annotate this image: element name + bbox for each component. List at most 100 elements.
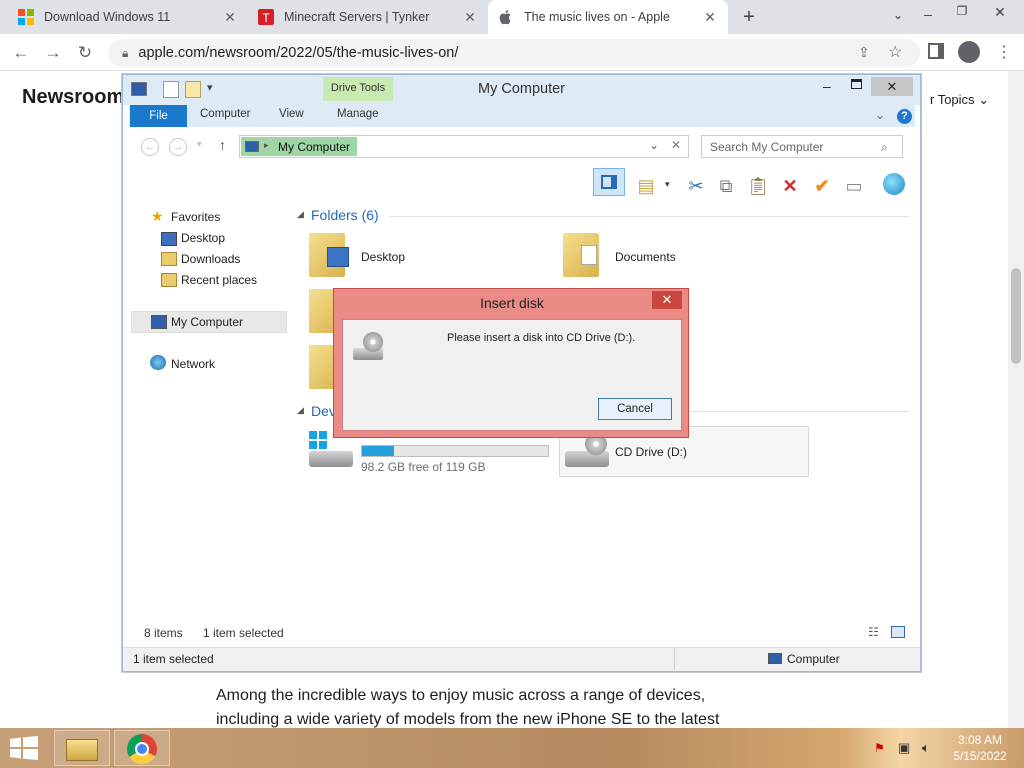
tab-minecraft-servers[interactable]: T Minecraft Servers | Tynker ✕ — [248, 0, 488, 34]
maximize-icon[interactable] — [851, 79, 862, 89]
tab-music-lives-on[interactable]: The music lives on - Apple ✕ — [488, 0, 728, 34]
collapse-arrow-icon[interactable]: ◢ — [297, 209, 304, 220]
rename-icon[interactable]: ▭ — [841, 173, 867, 199]
newsroom-heading[interactable]: Newsroom — [22, 86, 124, 109]
copy-icon[interactable]: ⧉ — [713, 173, 739, 199]
tab-title: The music lives on - Apple — [524, 10, 670, 24]
nav-downloads[interactable]: Downloads — [181, 252, 240, 266]
nav-network[interactable]: Network — [171, 357, 215, 371]
back-arrow-icon[interactable]: ← — [141, 138, 159, 156]
cancel-button[interactable]: Cancel — [598, 398, 672, 420]
cut-icon[interactable]: ✂ — [683, 173, 709, 199]
taskbar-chrome[interactable] — [114, 730, 170, 766]
tab-title: Download Windows 11 — [44, 10, 171, 24]
menu-dots-icon[interactable]: ⋮ — [996, 42, 1012, 62]
nav-favorites[interactable]: Favorites — [171, 210, 220, 224]
address-bar[interactable]: 🔒︎ apple.com/newsroom/2022/05/the-music-… — [108, 39, 920, 67]
network-icon — [150, 355, 166, 370]
hard-drive-icon[interactable] — [309, 451, 353, 467]
view-dropdown-icon[interactable]: ▾ — [665, 179, 670, 190]
dialog-close-icon[interactable]: ✕ — [652, 291, 682, 309]
nav-desktop[interactable]: Desktop — [181, 231, 225, 245]
clear-address-icon[interactable]: ✕ — [671, 138, 681, 152]
search-input[interactable]: Search My Computer — [701, 135, 903, 158]
selection-count: 1 item selected — [203, 626, 284, 640]
folder-name[interactable]: Documents — [615, 250, 676, 264]
tab-computer[interactable]: Computer — [200, 108, 251, 120]
downloads-icon — [161, 252, 177, 266]
reload-icon[interactable]: ↻ — [72, 40, 98, 66]
minimize-icon[interactable]: – — [918, 6, 938, 22]
drive-free-space: 98.2 GB free of 119 GB — [361, 460, 486, 474]
lock-icon: 🔒︎ — [122, 45, 129, 60]
globe-icon[interactable] — [883, 173, 905, 195]
close-icon[interactable]: ✕ — [871, 77, 913, 96]
scrollbar-thumb[interactable] — [1011, 268, 1021, 364]
folder-view-icon[interactable]: ▤ — [633, 173, 659, 199]
paste-icon[interactable]: 📋︎ — [745, 173, 771, 199]
volume-muted-icon[interactable]: 🔈︎ — [922, 740, 930, 756]
tab-download-windows[interactable]: Download Windows 11 ✕ — [8, 0, 248, 34]
bookmark-star-icon[interactable]: ☆ — [888, 42, 902, 62]
tab-title: Minecraft Servers | Tynker — [284, 10, 430, 24]
profile-avatar-icon[interactable] — [958, 41, 980, 63]
folders-group-header[interactable]: Folders (6) — [311, 207, 379, 223]
drive-name[interactable]: CD Drive (D:) — [615, 445, 687, 459]
windows-logo-icon — [18, 9, 34, 25]
address-text[interactable]: My Computer — [278, 140, 350, 154]
taskbar-file-explorer[interactable] — [54, 730, 110, 766]
group-divider — [389, 216, 909, 217]
breadcrumb-chevron-icon[interactable]: ▸ — [264, 140, 269, 151]
taskbar-clock[interactable]: 3:08 AM 5/15/2022 — [940, 732, 1020, 764]
page-scrollbar[interactable] — [1008, 71, 1024, 730]
minimize-icon[interactable]: – — [823, 78, 831, 94]
recent-locations-icon[interactable]: ▾ — [197, 139, 202, 150]
tab-manage[interactable]: Manage — [337, 108, 379, 120]
tab-view[interactable]: View — [279, 108, 304, 120]
tab-file[interactable]: File — [130, 105, 187, 128]
new-tab-button[interactable]: + — [738, 6, 760, 28]
tab-search-chevron-icon[interactable]: ⌄ — [888, 8, 908, 22]
address-dropdown-icon[interactable]: ⌄ — [649, 138, 659, 152]
forward-arrow-icon[interactable]: → — [169, 138, 187, 156]
tab-close-icon[interactable]: ✕ — [462, 9, 478, 26]
nav-my-computer[interactable]: My Computer — [171, 315, 243, 329]
dialog-body: Please insert a disk into CD Drive (D:).… — [342, 319, 682, 431]
apple-logo-icon — [499, 10, 511, 25]
desktop-folder-overlay — [327, 247, 349, 267]
details-view-icon[interactable]: ☷ — [868, 625, 879, 639]
tab-close-icon[interactable]: ✕ — [222, 9, 238, 26]
tab-close-icon[interactable]: ✕ — [702, 9, 718, 26]
desktop-icon — [161, 232, 177, 246]
side-panel-icon[interactable] — [928, 43, 944, 59]
computer-icon — [151, 315, 167, 329]
details-bar: 1 item selected Computer — [123, 647, 920, 671]
restore-icon[interactable]: ❐ — [952, 4, 972, 18]
large-icons-view-icon[interactable] — [891, 626, 905, 638]
back-arrow-icon[interactable]: ← — [8, 40, 34, 66]
up-arrow-icon[interactable]: ↑ — [219, 137, 226, 153]
window-title: My Computer — [477, 81, 566, 97]
folder-name[interactable]: Desktop — [361, 250, 405, 264]
delete-icon[interactable]: ✕ — [777, 173, 803, 199]
forward-arrow-icon[interactable]: → — [40, 40, 66, 66]
close-window-icon[interactable]: ✕ — [990, 4, 1010, 21]
action-center-flag-icon[interactable]: ⚑ — [874, 741, 885, 755]
chevron-down-icon: ⌄ — [978, 92, 990, 107]
start-windows-icon[interactable] — [10, 736, 38, 760]
share-icon[interactable]: ⇪ — [858, 44, 870, 61]
documents-folder-overlay — [581, 245, 597, 265]
disc-icon — [363, 332, 383, 352]
checkmark-icon[interactable]: ✔ — [809, 173, 835, 199]
file-explorer-icon — [66, 739, 98, 761]
network-status-icon[interactable]: ▣ — [898, 740, 910, 756]
nav-recent-places[interactable]: Recent places — [181, 273, 257, 287]
svg-text:T: T — [262, 11, 270, 25]
topics-menu[interactable]: r Topics ⌄ — [930, 92, 989, 108]
help-icon[interactable]: ? — [897, 109, 912, 124]
group-divider — [683, 411, 909, 412]
expand-ribbon-icon[interactable]: ⌄ — [875, 108, 885, 122]
insert-disk-dialog: Insert disk ✕ Please insert a disk into … — [333, 288, 689, 438]
collapse-arrow-icon[interactable]: ◢ — [297, 405, 304, 416]
preview-pane-icon — [601, 175, 617, 189]
